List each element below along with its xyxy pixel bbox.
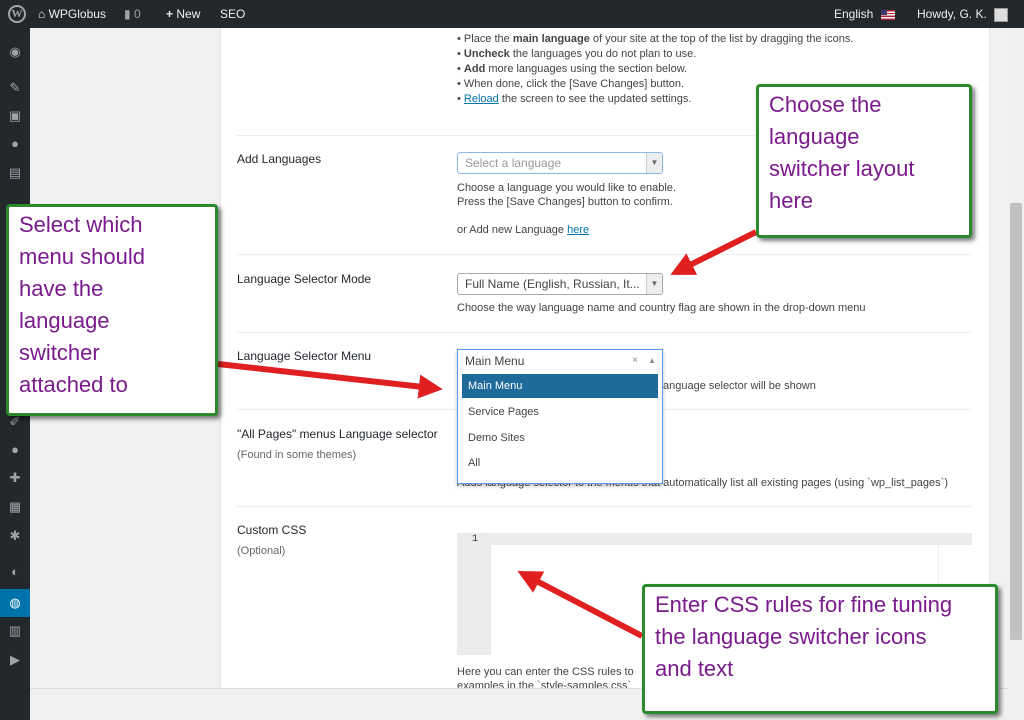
callout-line: language	[769, 124, 860, 149]
callout-line: Enter CSS rules for fine tuning	[655, 592, 953, 617]
callout-line: switcher layout	[769, 156, 915, 181]
callout-line: the language switcher icons	[655, 624, 927, 649]
arrow-to-mode-select	[670, 229, 758, 275]
callout-line: attached to	[19, 372, 128, 397]
callout-line: here	[769, 188, 814, 213]
callout-line: have the	[19, 276, 104, 301]
arrow-to-css-editor	[517, 571, 644, 639]
callout-menu: Select which menu should have the langua…	[6, 204, 218, 416]
callout-line: switcher	[19, 340, 100, 365]
callout-line: menu should	[19, 244, 145, 269]
callout-line: and text	[655, 656, 734, 681]
callout-layout: Choose the language switcher layout here	[756, 84, 972, 238]
callout-line: language	[19, 308, 110, 333]
arrow-to-menu-dropdown	[217, 361, 443, 399]
callout-line: Choose the	[769, 92, 882, 117]
callout-line: Select which	[19, 212, 143, 237]
callout-css: Enter CSS rules for fine tuning the lang…	[642, 584, 998, 714]
